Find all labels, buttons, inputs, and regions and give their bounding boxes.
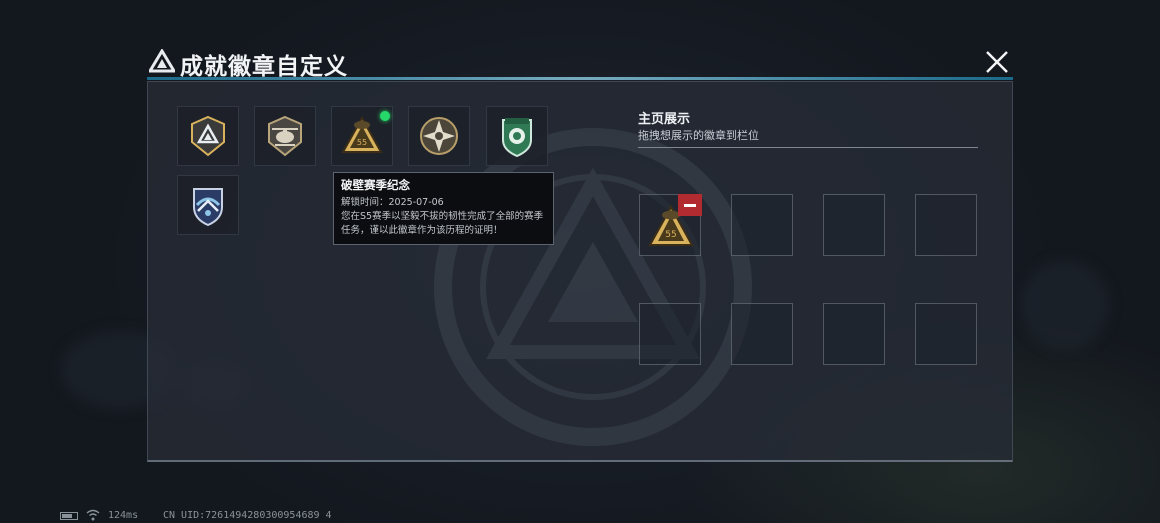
header-accent-line [147, 77, 1013, 80]
display-slot-7[interactable] [823, 303, 885, 365]
new-badge-indicator [380, 111, 390, 121]
triangle-emblem-badge-icon [191, 115, 225, 157]
badge-slot-star-compass[interactable] [408, 106, 470, 166]
battery-icon [60, 512, 78, 520]
display-slot-6[interactable] [731, 303, 793, 365]
tooltip-description-line-2: 任务，谨以此徽章作为该历程的证明！ [341, 225, 503, 236]
triangle-logo-icon [149, 49, 175, 73]
window-header: 成就徽章自定义 [147, 44, 1013, 80]
window-title: 成就徽章自定义 [180, 54, 348, 80]
close-button[interactable] [983, 48, 1011, 76]
minus-icon [684, 203, 696, 207]
badge-customization-panel: 55 破壁赛季纪念 解锁时间：2025-07-06 您在S5赛季以坚毅不拔的韧性… [147, 81, 1013, 462]
remove-badge-button[interactable] [678, 194, 702, 216]
display-slot-1[interactable]: 55 [639, 194, 702, 256]
helicopter-badge-icon [268, 115, 302, 157]
badge-tooltip: 破壁赛季纪念 解锁时间：2025-07-06 您在S5赛季以坚毅不拔的韧性完成了… [333, 172, 554, 245]
tooltip-title: 破壁赛季纪念 [341, 178, 410, 192]
badge-slot-green-shield[interactable] [486, 106, 548, 166]
green-shield-badge-icon [502, 118, 532, 158]
display-slot-3[interactable] [823, 194, 885, 256]
display-slot-4[interactable] [915, 194, 977, 256]
tooltip-description-line-1: 您在S5赛季以坚毅不拔的韧性完成了全部的赛季 [341, 211, 544, 222]
svg-text:55: 55 [665, 230, 676, 240]
background-blob [1020, 260, 1110, 350]
close-icon [986, 51, 1008, 73]
homepage-display-title: 主页展示 [638, 112, 691, 127]
display-divider [638, 147, 978, 148]
badge-slot-wings-crest[interactable] [177, 175, 239, 235]
wifi-icon [86, 509, 100, 521]
badge-slot-season-s5[interactable]: 55 [331, 106, 393, 166]
wings-crest-badge-icon [193, 188, 223, 227]
badge-slot-helicopter[interactable] [254, 106, 316, 166]
homepage-display-hint: 拖拽想展示的徽章到栏位 [638, 129, 759, 142]
svg-text:55: 55 [357, 138, 367, 147]
ping-value: 124ms [108, 510, 139, 521]
season-s5-badge-icon: 55 [341, 115, 383, 153]
tooltip-unlock-date: 解锁时间：2025-07-06 [341, 195, 546, 210]
display-slot-8[interactable] [915, 303, 977, 365]
display-slot-5[interactable] [639, 303, 701, 365]
user-uid: CN UID:7261494280300954689 4 [163, 510, 332, 521]
display-slot-2[interactable] [731, 194, 793, 256]
star-compass-badge-icon [420, 117, 458, 155]
tooltip-date-value: 2025-07-06 [388, 197, 444, 208]
tooltip-date-label: 解锁时间： [341, 197, 389, 208]
badge-slot-triangle-emblem[interactable] [177, 106, 239, 166]
